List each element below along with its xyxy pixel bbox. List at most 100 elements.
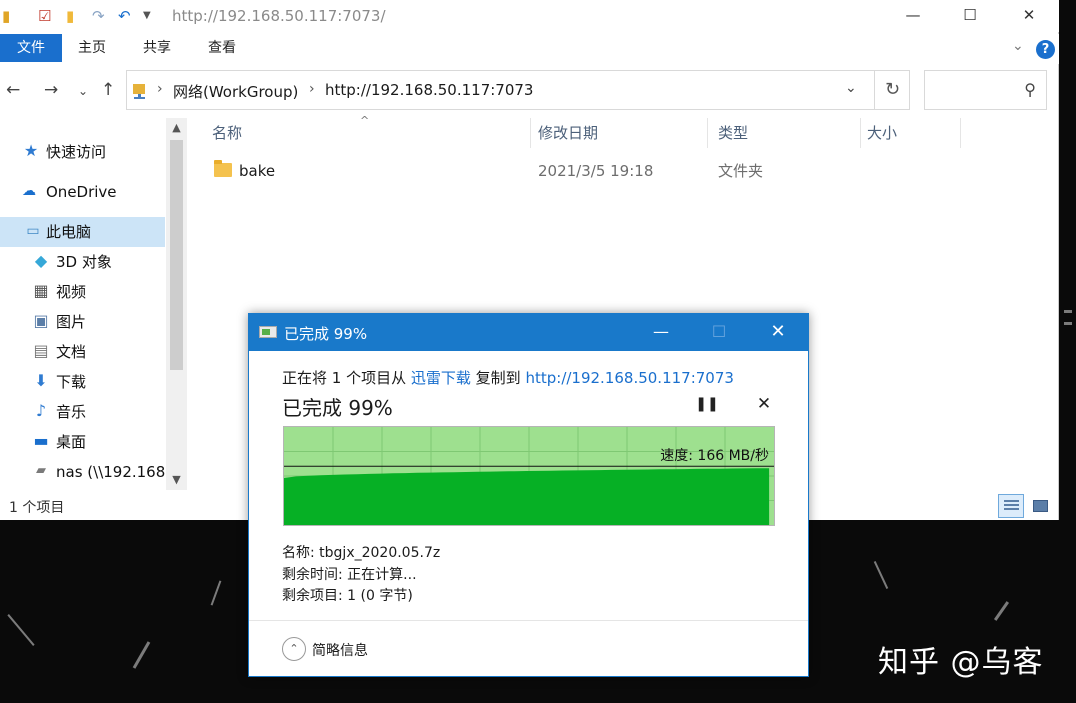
scroll-down-icon[interactable]: ▼ xyxy=(166,470,187,490)
folder-icon xyxy=(214,160,232,177)
large-icons-view-button[interactable] xyxy=(1027,494,1053,518)
dialog-maximize-button: ☐ xyxy=(711,322,727,341)
sidebar-item-this-pc[interactable]: ▭ 此电脑 xyxy=(0,217,165,247)
copy-description-prefix: 正在将 1 个项目从 xyxy=(282,369,407,387)
scroll-up-icon[interactable]: ▲ xyxy=(166,118,187,138)
sidebar-item-3d-objects[interactable]: ◆ 3D 对象 xyxy=(0,247,165,277)
network-drive-icon: ▰ xyxy=(36,463,46,478)
breadcrumb-network[interactable]: 网络(WorkGroup) xyxy=(173,81,298,102)
tab-home[interactable]: 主页 xyxy=(78,34,106,62)
column-divider[interactable] xyxy=(707,118,708,148)
expand-ribbon-icon[interactable]: ⌄ xyxy=(1012,38,1024,54)
title-bar: ▮ ☑ ▮ ↷ ↶ ▼ http://192.168.50.117:7073/ … xyxy=(0,0,1059,32)
maximize-button[interactable]: ☐ xyxy=(947,0,993,32)
sidebar-item-pictures[interactable]: ▣ 图片 xyxy=(0,307,165,337)
sidebar-item-nas[interactable]: ▰ nas (\\192.168.5 xyxy=(0,457,165,487)
dialog-title-bar: 已完成 99% — ☐ ✕ xyxy=(249,314,808,351)
column-header-name[interactable]: 名称 xyxy=(212,118,242,148)
pause-button[interactable]: ❚❚ xyxy=(695,396,719,416)
transferred-area xyxy=(284,468,770,525)
music-note-icon: ♪ xyxy=(35,401,47,420)
details-view-button[interactable] xyxy=(998,494,1024,518)
column-header-type[interactable]: 类型 xyxy=(718,118,748,148)
column-header-modified[interactable]: 修改日期 xyxy=(538,118,598,148)
folder-icon: ▮ xyxy=(2,7,11,25)
transfer-speed-graph: 速度: 166 MB/秒 xyxy=(283,426,775,526)
watermark: 知乎 @乌客 xyxy=(878,645,1044,680)
back-arrow-icon[interactable]: ← xyxy=(6,80,20,100)
breadcrumb-chevron-icon[interactable]: › xyxy=(309,81,315,97)
tab-file[interactable]: 文件 xyxy=(0,34,62,62)
time-remaining-info: 剩余时间: 正在计算... xyxy=(282,567,417,583)
customize-quick-access-icon[interactable]: ▼ xyxy=(143,7,151,25)
dialog-title: 已完成 99% xyxy=(284,325,368,343)
sidebar-item-documents[interactable]: ▤ 文档 xyxy=(0,337,165,367)
sidebar-item-desktop[interactable]: ▬ 桌面 xyxy=(0,427,165,457)
navigation-pane: ★ 快速访问 ☁ OneDrive ▭ 此电脑 ◆ 3D 对象 ▦ 视频 ▣ 图… xyxy=(0,118,187,490)
sidebar-item-label: 图片 xyxy=(56,313,87,331)
dialog-close-button[interactable]: ✕ xyxy=(758,314,798,351)
column-divider[interactable] xyxy=(860,118,861,148)
large-icons-view-icon xyxy=(1033,500,1048,512)
picture-icon: ▣ xyxy=(33,311,49,330)
up-arrow-icon[interactable]: ↑ xyxy=(101,80,115,100)
sidebar-item-label: OneDrive xyxy=(46,183,117,201)
download-arrow-icon: ⬇ xyxy=(34,371,48,390)
sidebar-scrollbar[interactable]: ▲ ▼ xyxy=(166,118,187,490)
refresh-icon[interactable]: ↻ xyxy=(874,71,910,109)
column-divider[interactable] xyxy=(530,118,531,148)
item-count: 1 个项目 xyxy=(9,500,65,516)
breadcrumb-chevron-icon[interactable]: › xyxy=(157,81,163,97)
file-row[interactable]: bake 2021/3/5 19:18 文件夹 xyxy=(200,158,1040,184)
sidebar-item-music[interactable]: ♪ 音乐 xyxy=(0,397,165,427)
new-folder-icon[interactable]: ▮ xyxy=(66,7,74,25)
background-scratch xyxy=(1064,310,1072,313)
cloud-icon: ☁ xyxy=(22,183,36,199)
column-divider[interactable] xyxy=(960,118,961,148)
minimize-button[interactable]: — xyxy=(890,0,936,32)
copy-description: 正在将 1 个项目从 迅雷下载 复制到 http://192.168.50.11… xyxy=(282,367,734,388)
undo-icon[interactable]: ↶ xyxy=(118,7,131,25)
navigation-row: ← → ⌄ ↑ › 网络(WorkGroup) › http://192.168… xyxy=(0,70,1059,112)
recent-locations-chevron-icon[interactable]: ⌄ xyxy=(78,84,88,98)
sidebar-item-label: 3D 对象 xyxy=(56,253,112,271)
sidebar-item-quick-access[interactable]: ★ 快速访问 xyxy=(0,137,165,167)
forward-arrow-icon[interactable]: → xyxy=(44,80,58,100)
sidebar-item-downloads[interactable]: ⬇ 下载 xyxy=(0,367,165,397)
copy-progress-dialog: 已完成 99% — ☐ ✕ 正在将 1 个项目从 迅雷下载 复制到 http:/… xyxy=(248,313,809,677)
sidebar-item-videos[interactable]: ▦ 视频 xyxy=(0,277,165,307)
help-button[interactable]: ? xyxy=(1036,40,1055,59)
sidebar-item-label: 视频 xyxy=(56,283,87,301)
file-name: bake xyxy=(239,162,276,180)
scrollbar-thumb[interactable] xyxy=(170,140,183,370)
star-icon: ★ xyxy=(23,141,39,160)
tab-view[interactable]: 查看 xyxy=(208,34,236,62)
sidebar-item-label: 桌面 xyxy=(56,433,87,451)
address-bar[interactable]: › 网络(WorkGroup) › http://192.168.50.117:… xyxy=(126,70,910,110)
destination-link[interactable]: http://192.168.50.117:7073 xyxy=(525,369,733,387)
search-input[interactable]: ⚲ xyxy=(924,70,1047,110)
background-scratch xyxy=(1064,322,1072,325)
dialog-minimize-button[interactable]: — xyxy=(641,314,681,351)
sidebar-item-onedrive[interactable]: ☁ OneDrive xyxy=(0,177,165,207)
collapse-details-chevron-icon[interactable]: ⌃ xyxy=(282,637,306,661)
dialog-divider xyxy=(249,620,808,621)
redo-icon[interactable]: ↷ xyxy=(92,7,105,25)
address-dropdown-icon[interactable]: ⌄ xyxy=(845,80,857,96)
window-title: http://192.168.50.117:7073/ xyxy=(172,7,386,25)
progress-status: 已完成 99% xyxy=(282,396,393,420)
column-header-size[interactable]: 大小 xyxy=(867,118,897,148)
source-link[interactable]: 迅雷下载 xyxy=(411,369,471,387)
ribbon-tabs: 文件 主页 共享 查看 ⌄ ? xyxy=(0,34,1059,64)
tab-share[interactable]: 共享 xyxy=(143,34,171,62)
desktop-icon: ▬ xyxy=(33,431,49,450)
properties-checkbox-icon[interactable]: ☑ xyxy=(38,7,51,25)
sidebar-item-label: 下载 xyxy=(56,373,87,391)
cancel-copy-button[interactable]: ✕ xyxy=(752,394,776,416)
sidebar-item-label: 音乐 xyxy=(56,403,87,421)
speed-graph-svg xyxy=(284,427,774,525)
less-details-button[interactable]: 简略信息 xyxy=(312,640,368,660)
breadcrumb-current[interactable]: http://192.168.50.117:7073 xyxy=(325,81,533,99)
computer-icon: ▭ xyxy=(26,223,40,239)
close-button[interactable]: ✕ xyxy=(1006,0,1052,32)
